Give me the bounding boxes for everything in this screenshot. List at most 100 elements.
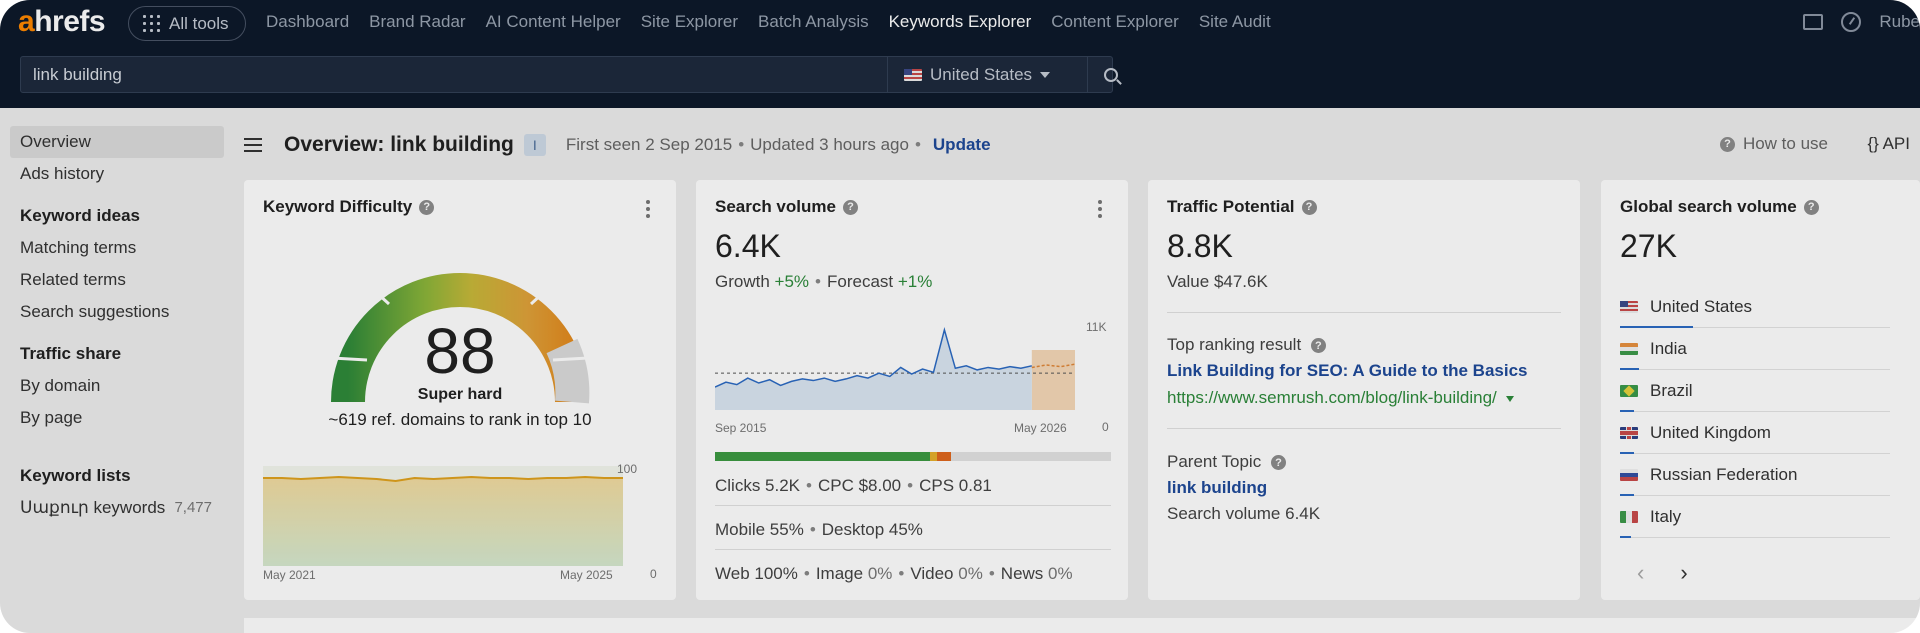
help-icon[interactable]: ? bbox=[842, 199, 858, 215]
help-icon[interactable]: ? bbox=[1803, 199, 1819, 215]
nav-dashboard[interactable]: Dashboard bbox=[266, 12, 349, 32]
top-right-tools: Rube bbox=[1803, 12, 1920, 32]
monitor-icon[interactable] bbox=[1803, 14, 1824, 30]
global-search-volume-value: 27K bbox=[1620, 228, 1677, 264]
traffic-potential-value: 8.8K bbox=[1167, 228, 1233, 264]
country-row-india[interactable]: India bbox=[1620, 328, 1890, 370]
country-name: United States bbox=[1650, 297, 1753, 316]
gauge-icon[interactable] bbox=[1841, 12, 1862, 32]
user-menu[interactable]: Rube bbox=[1879, 12, 1920, 32]
ahrefs-logo[interactable]: ahrefs bbox=[18, 5, 106, 38]
nav-site-explorer[interactable]: Site Explorer bbox=[641, 12, 738, 32]
chevron-right-icon[interactable]: › bbox=[1680, 560, 1687, 586]
russia-flag-icon bbox=[1620, 469, 1638, 481]
sv-chart-x-end: May 2026 bbox=[1014, 421, 1067, 435]
mobile-share: Mobile 55% bbox=[715, 520, 804, 539]
news-label: News bbox=[1000, 564, 1044, 583]
chevron-down-icon[interactable] bbox=[1506, 395, 1515, 402]
global-search-volume-card: Global search volume ? 27K United States… bbox=[1601, 180, 1920, 600]
country-row-united-states[interactable]: United States bbox=[1620, 286, 1890, 328]
all-tools-button[interactable]: All tools bbox=[128, 6, 246, 41]
api-link[interactable]: {} API bbox=[1867, 134, 1910, 154]
forecast-value: +1% bbox=[897, 272, 933, 291]
sidebar-heading-traffic-share: Traffic share bbox=[20, 344, 122, 363]
tp-title-text: Traffic Potential bbox=[1167, 197, 1295, 216]
all-tools-label: All tools bbox=[169, 13, 229, 33]
clicks-line: Clicks 5.2K • CPC $8.00 • CPS 0.81 bbox=[715, 476, 992, 495]
sidebar-item-by-domain[interactable]: By domain bbox=[10, 370, 224, 402]
keyword-list-name: Սաքուր keywords bbox=[20, 498, 166, 517]
sv-chart-x-start: Sep 2015 bbox=[715, 421, 767, 435]
search-bar: United States bbox=[20, 56, 1118, 93]
kd-history-area bbox=[263, 477, 623, 566]
sv-title-text: Search volume bbox=[715, 197, 836, 216]
logo-text: hrefs bbox=[34, 5, 106, 38]
update-link[interactable]: Update bbox=[933, 135, 991, 154]
sidebar-item-related-terms[interactable]: Related terms bbox=[10, 264, 224, 296]
country-row-russian-federation[interactable]: Russian Federation bbox=[1620, 454, 1890, 496]
sv-chart-y-max: 11K bbox=[1086, 320, 1107, 334]
nav-keywords-explorer[interactable]: Keywords Explorer bbox=[889, 12, 1032, 32]
first-seen-text: First seen 2 Sep 2015 bbox=[565, 135, 733, 154]
parent-topic-volume: Search volume 6.4K bbox=[1167, 504, 1321, 523]
country-select[interactable]: United States bbox=[887, 57, 1087, 92]
top-bar: ahrefs All tools Dashboard Brand Radar A… bbox=[0, 0, 1920, 108]
help-icon[interactable]: ? bbox=[1301, 199, 1317, 215]
nav-site-audit[interactable]: Site Audit bbox=[1199, 12, 1271, 32]
how-to-use-link[interactable]: ? How to use bbox=[1719, 134, 1828, 154]
forecast-label: Forecast bbox=[826, 272, 894, 291]
top-result-title-link[interactable]: Link Building for SEO: A Guide to the Ba… bbox=[1167, 361, 1528, 381]
nav-content-explorer[interactable]: Content Explorer bbox=[1051, 12, 1179, 32]
country-row-italy[interactable]: Italy bbox=[1620, 496, 1890, 538]
country-row-united-kingdom[interactable]: United Kingdom bbox=[1620, 412, 1890, 454]
sidebar-item-matching-terms[interactable]: Matching terms bbox=[10, 232, 224, 264]
click-distribution-bar bbox=[715, 452, 1111, 461]
parent-topic-link[interactable]: link building bbox=[1167, 478, 1267, 498]
top-result-label: Top ranking result ? bbox=[1167, 335, 1326, 355]
search-button[interactable] bbox=[1087, 57, 1134, 92]
nav-brand-radar[interactable]: Brand Radar bbox=[369, 12, 465, 32]
nav-ai-content-helper[interactable]: AI Content Helper bbox=[486, 12, 621, 32]
italy-flag-icon bbox=[1620, 511, 1638, 523]
search-volume-value: 6.4K bbox=[715, 228, 781, 264]
sidebar-heading-keyword-lists: Keyword lists bbox=[20, 466, 131, 485]
us-flag-icon bbox=[904, 68, 922, 81]
how-to-use-label: How to use bbox=[1742, 134, 1828, 153]
divider bbox=[715, 505, 1111, 506]
divider bbox=[715, 549, 1111, 550]
grid-icon bbox=[143, 15, 160, 32]
parent-topic-label: Parent Topic ? bbox=[1167, 452, 1286, 472]
nav-batch-analysis[interactable]: Batch Analysis bbox=[758, 12, 869, 32]
country-name: Russian Federation bbox=[1650, 465, 1798, 484]
traffic-value-line: Value $47.6K bbox=[1167, 272, 1268, 291]
sidebar-item-ads-history[interactable]: Ads history bbox=[10, 158, 224, 190]
parent-topic-label-text: Parent Topic bbox=[1167, 452, 1262, 471]
keyword-search-input[interactable] bbox=[21, 57, 887, 92]
top-result-label-text: Top ranking result bbox=[1167, 335, 1302, 354]
help-icon[interactable]: ? bbox=[1270, 455, 1286, 471]
country-row-brazil[interactable]: Brazil bbox=[1620, 370, 1890, 412]
desktop-share: Desktop 45% bbox=[821, 520, 923, 539]
country-name: Brazil bbox=[1650, 381, 1693, 400]
kd-chart-y-min: 0 bbox=[650, 567, 657, 581]
cps-value: CPS 0.81 bbox=[919, 476, 992, 495]
image-value: 0% bbox=[867, 564, 893, 583]
hamburger-menu-icon[interactable] bbox=[244, 138, 262, 152]
chevron-left-icon[interactable]: ‹ bbox=[1637, 560, 1644, 586]
web-value: 100% bbox=[754, 564, 798, 583]
sidebar-item-overview[interactable]: Overview bbox=[10, 126, 224, 158]
more-options-icon[interactable] bbox=[1098, 200, 1102, 218]
help-icon[interactable]: ? bbox=[1310, 338, 1326, 354]
kd-chart-x-end: May 2025 bbox=[560, 568, 613, 582]
updated-text: Updated 3 hours ago bbox=[750, 135, 909, 154]
help-icon: ? bbox=[1719, 136, 1735, 152]
kd-score: 88 bbox=[424, 315, 496, 387]
top-result-url-link[interactable]: https://www.semrush.com/blog/link-buildi… bbox=[1167, 388, 1497, 407]
info-badge[interactable]: I bbox=[523, 134, 546, 156]
growth-label: Growth bbox=[715, 272, 770, 291]
sidebar-item-search-suggestions[interactable]: Search suggestions bbox=[10, 296, 224, 328]
search-icon bbox=[1104, 67, 1118, 82]
kd-history-chart bbox=[263, 466, 623, 566]
sidebar-item-keyword-list[interactable]: Սաքուր keywords 7,477 bbox=[10, 492, 224, 524]
sidebar-item-by-page[interactable]: By page bbox=[10, 402, 224, 434]
